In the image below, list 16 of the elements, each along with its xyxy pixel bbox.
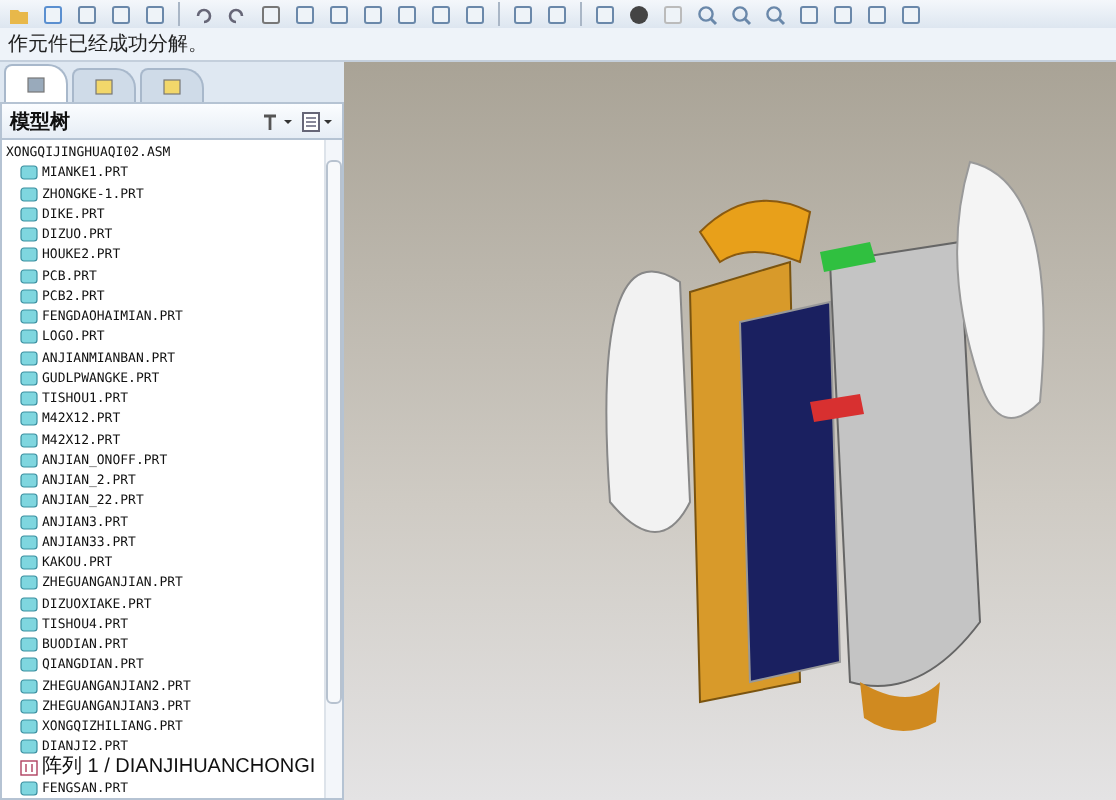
list-icon[interactable] <box>302 111 334 131</box>
navigator-tab[interactable] <box>72 68 136 102</box>
navigator-tab[interactable] <box>140 68 204 102</box>
scrollbar[interactable] <box>324 140 342 798</box>
part-icon <box>20 779 38 796</box>
status-message: 作元件已经成功分解。 <box>8 31 208 58</box>
panel-title: 模型树 <box>10 109 70 135</box>
tree-item[interactable]: 阵列 1 / DIANJIHUANCHONGI <box>42 757 316 778</box>
zoom-in-icon[interactable] <box>696 3 718 25</box>
pattern-icon <box>20 759 38 776</box>
sphere-icon[interactable] <box>628 3 650 25</box>
redo-icon[interactable] <box>226 3 248 25</box>
folder-icon <box>162 77 182 95</box>
folders-icon <box>94 77 114 95</box>
undo-icon[interactable] <box>192 3 214 25</box>
navigator-tab[interactable] <box>4 64 68 102</box>
